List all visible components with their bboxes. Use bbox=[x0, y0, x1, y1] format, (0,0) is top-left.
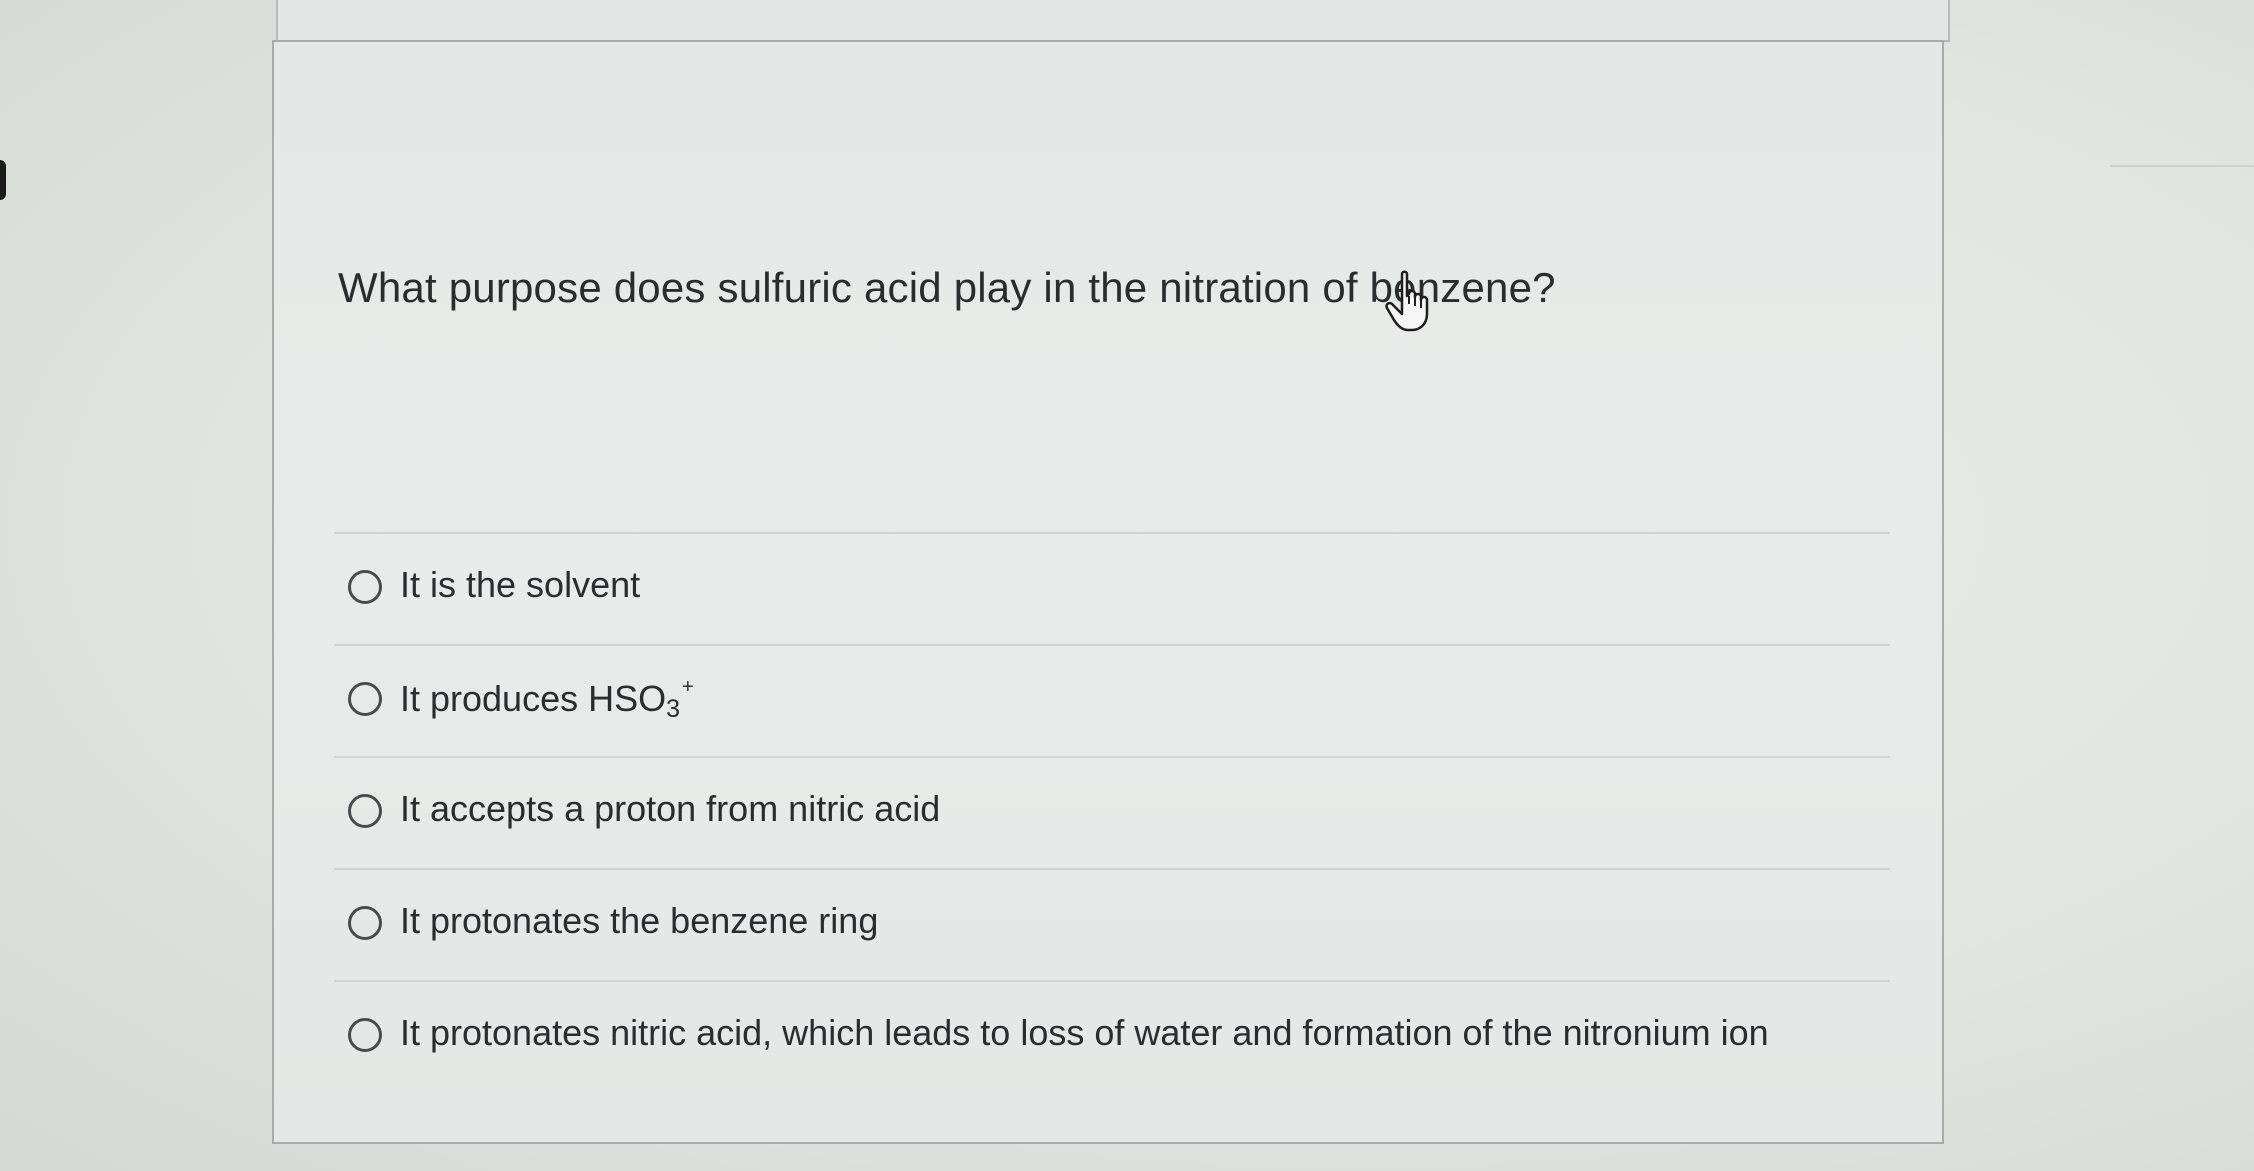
answer-option-label[interactable]: It protonates the benzene ring bbox=[400, 900, 878, 942]
answer-option-1[interactable]: It is the solvent bbox=[334, 532, 1890, 644]
answer-option-2[interactable]: It produces HSO3+ bbox=[334, 644, 1890, 756]
divider-line bbox=[2110, 165, 2254, 167]
screen-edge bbox=[0, 160, 6, 200]
answer-option-label[interactable]: It produces HSO3+ bbox=[400, 676, 694, 724]
radio-unselected-icon[interactable] bbox=[348, 1018, 382, 1052]
question-text: What purpose does sulfuric acid play in … bbox=[338, 264, 1556, 311]
radio-unselected-icon[interactable] bbox=[348, 570, 382, 604]
radio-unselected-icon[interactable] bbox=[348, 794, 382, 828]
question-card: What purpose does sulfuric acid play in … bbox=[272, 40, 1944, 1144]
answer-option-4[interactable]: It protonates the benzene ring bbox=[334, 868, 1890, 980]
superscript: + bbox=[682, 676, 694, 698]
radio-unselected-icon[interactable] bbox=[348, 906, 382, 940]
previous-panel-edge bbox=[276, 0, 1950, 42]
answer-option-5[interactable]: It protonates nitric acid, which leads t… bbox=[334, 980, 1890, 1092]
answer-option-label[interactable]: It is the solvent bbox=[400, 564, 640, 606]
answer-option-label[interactable]: It protonates nitric acid, which leads t… bbox=[400, 1012, 1769, 1054]
answer-option-label[interactable]: It accepts a proton from nitric acid bbox=[400, 788, 940, 830]
answer-option-label-text: It produces HSO bbox=[400, 678, 667, 719]
radio-unselected-icon[interactable] bbox=[348, 682, 382, 716]
subscript: 3 bbox=[666, 695, 681, 723]
answer-options: It is the solvent It produces HSO3+ It a… bbox=[334, 532, 1890, 1092]
answer-option-3[interactable]: It accepts a proton from nitric acid bbox=[334, 756, 1890, 868]
